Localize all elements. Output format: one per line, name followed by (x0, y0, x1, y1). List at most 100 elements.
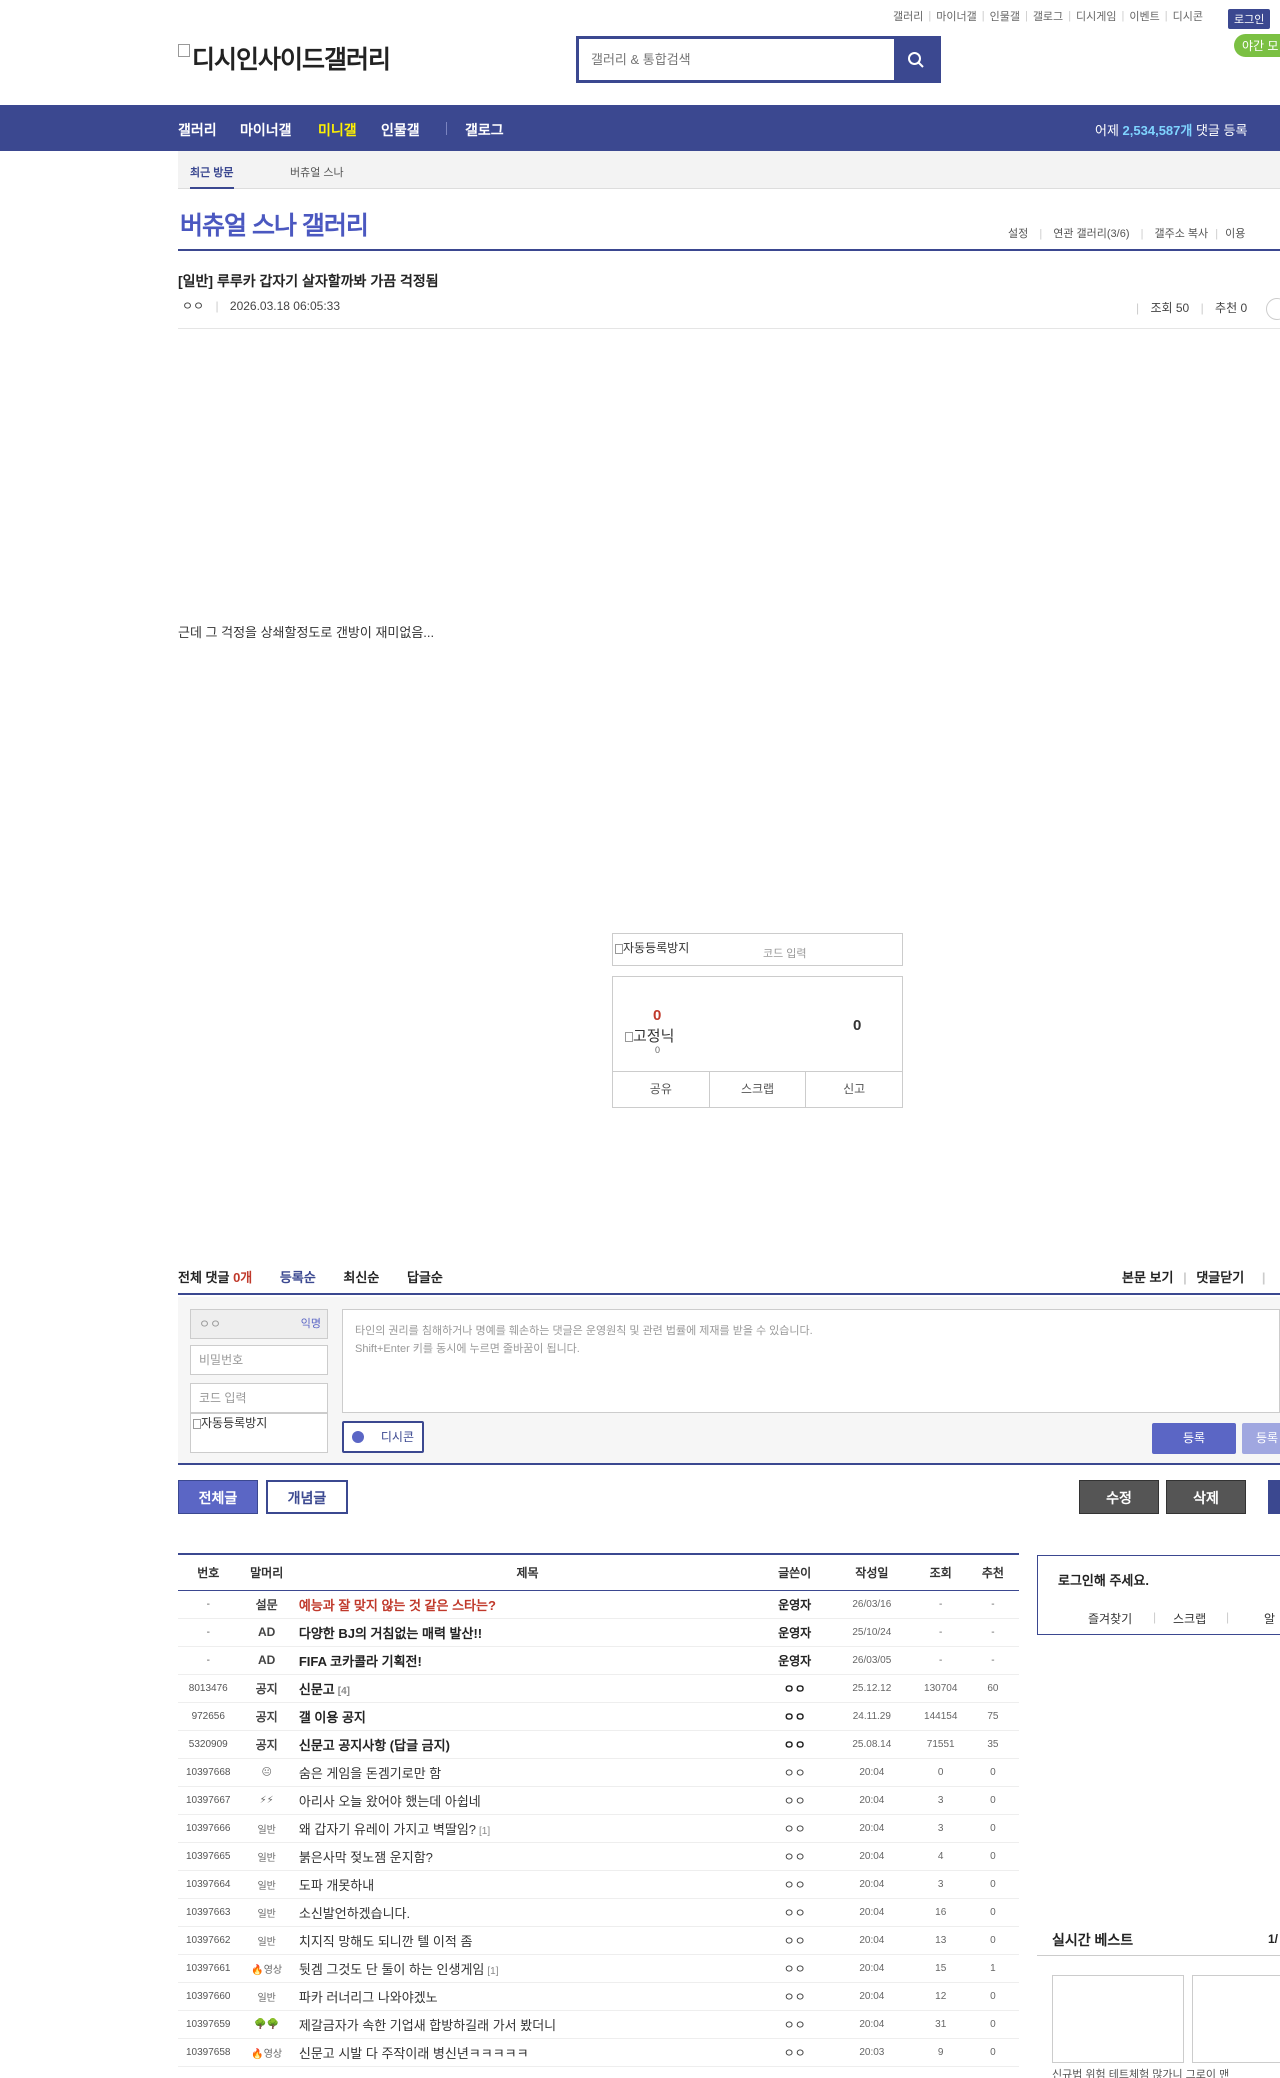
share-button[interactable]: 공유 (613, 1072, 710, 1107)
row-title[interactable]: 왜 갑자기 유레이 가지고 벽딸임? [1] (294, 1814, 761, 1843)
nav-gallery[interactable]: 갤러리 (178, 120, 217, 140)
table-row[interactable]: 972656 공지 갤 이용 공지 ㅇㅇ 24.11.29 144154 75 (178, 1702, 1019, 1731)
favorites-link[interactable]: 즐겨찾기 (1088, 1610, 1132, 1627)
edit-button[interactable]: 수정 (1079, 1480, 1159, 1514)
dccon-button[interactable]: 디시콘 (342, 1421, 424, 1453)
row-title[interactable]: FIFA 코카콜라 기획전! (294, 1646, 761, 1675)
scrap-button[interactable]: 스크랩 (710, 1072, 807, 1107)
row-writer[interactable]: ㅇㅇ (760, 1898, 830, 1927)
close-comments-link[interactable]: 댓글닫기 (1196, 1270, 1244, 1285)
toplink-gallog[interactable]: 갤로그 (1033, 8, 1063, 24)
gallery-usage-link[interactable]: 이용 (1225, 228, 1245, 240)
scrap-link[interactable]: 스크랩 (1173, 1610, 1206, 1627)
row-writer[interactable]: 운영자 (760, 1590, 830, 1619)
table-row[interactable]: - AD FIFA 코카콜라 기획전! 운영자 26/03/05- - (178, 1646, 1019, 1675)
table-row[interactable]: 10397667 ⚡⚡ 아리사 오늘 왔어야 했는데 아쉽네 ㅇㅇ 20:04 3 0 (178, 1786, 1019, 1815)
upvote-count[interactable]: 0 (653, 1007, 661, 1024)
table-row[interactable]: 5320909 공지 신문고 공지사항 (답글 금지) ㅇㅇ 25.08.14 71551… (178, 1730, 1019, 1759)
gallery-title[interactable]: 버츄얼 스나 갤러리 (180, 206, 369, 242)
table-row[interactable]: 10397665 일반 붉은사막 젖노잼 운지함? ㅇㅇ 20:04 4 0 (178, 1842, 1019, 1871)
toplink-minor[interactable]: 마이너갤 (936, 8, 976, 24)
row-writer[interactable]: ㅇㅇ (760, 2010, 830, 2039)
nav-person-gallery[interactable]: 인물갤 (381, 120, 420, 140)
alarm-link[interactable]: 알 (1264, 1610, 1275, 1627)
downvote-count[interactable]: 0 (853, 1017, 861, 1034)
row-writer[interactable]: 운영자 (760, 1646, 830, 1675)
copy-gallery-address-link[interactable]: 갤주소 복사 (1155, 228, 1209, 240)
related-gallery-link[interactable]: 연관 갤러리(3/6) (1053, 228, 1129, 240)
toplink-person[interactable]: 인물갤 (990, 8, 1020, 24)
row-writer[interactable]: ㅇㅇ (760, 1702, 830, 1731)
table-row[interactable]: - 설문 예능과 잘 맞지 않는 것 같은 스타는? 운영자 26/03/16- - (178, 1590, 1019, 1619)
toplink-dcgame[interactable]: 디시게임 (1076, 8, 1116, 24)
nav-mini-gallery[interactable]: 미니갤 (318, 120, 357, 140)
gallery-settings-link[interactable]: 설정 (1008, 228, 1028, 240)
write-button[interactable] (1268, 1480, 1280, 1514)
table-row[interactable]: 10397662 일반 치지직 망해도 되니깐 텔 이적 좀 ㅇㅇ 20:04 13 0 (178, 1926, 1019, 1955)
table-row[interactable]: 10397666 일반 왜 갑자기 유레이 가지고 벽딸임? [1] ㅇㅇ 20:04 3 0 (178, 1814, 1019, 1843)
best-caption[interactable]: 신규법 위험 테트체험 많가니 그로이 맨 (1052, 2066, 1229, 2078)
comment-register-and-recommend-button[interactable]: 등록 (1242, 1423, 1280, 1454)
table-row[interactable]: 10397664 일반 도파 개못하내 ㅇㅇ 20:04 3 0 (178, 1870, 1019, 1899)
table-row[interactable]: 10397658 🔥영상 신문고 시발 다 주작이래 병신년ㅋㅋㅋㅋㅋ ㅇㅇ 20:03… (178, 2038, 1019, 2067)
delete-button[interactable]: 삭제 (1166, 1480, 1246, 1514)
view-body-link[interactable]: 본문 보기 (1122, 1270, 1173, 1285)
row-writer[interactable]: ㅇㅇ (760, 1786, 830, 1815)
site-logo[interactable]: 디시인사이드갤러리 (178, 40, 391, 76)
row-title[interactable]: 도파 개못하내 (294, 1870, 761, 1899)
row-title[interactable]: 뒷겜 그것도 단 둘이 하는 인생게임 [1] (294, 1954, 761, 1983)
row-title[interactable]: 붉은사막 젖노잼 운지함? (294, 1842, 761, 1871)
night-mode-toggle[interactable]: 야간 모 (1234, 34, 1280, 57)
best-thumbnail[interactable] (1052, 1975, 1184, 2063)
concept-posts-button[interactable]: 개념글 (266, 1480, 348, 1514)
nav-gallog[interactable]: 갤로그 (465, 120, 504, 140)
row-writer[interactable]: ㅇㅇ (760, 1758, 830, 1787)
report-button[interactable]: 신고 (806, 1072, 902, 1107)
row-writer[interactable]: ㅇㅇ (760, 1674, 830, 1703)
comment-register-button[interactable]: 등록 (1152, 1423, 1236, 1454)
password-field[interactable]: 비밀번호 (190, 1345, 328, 1375)
captcha-code-input[interactable]: 코드 입력 (763, 945, 807, 961)
row-title[interactable]: 제갈금자가 속한 기업새 합방하길래 가서 봤더니 (294, 2010, 761, 2039)
best-thumbnail[interactable] (1192, 1975, 1280, 2063)
row-writer[interactable]: ㅇㅇ (760, 1982, 830, 2011)
row-writer[interactable]: ㅇㅇ (760, 1954, 830, 1983)
comment-textarea[interactable]: 타인의 권리를 침해하거나 명예를 훼손하는 댓글은 운영원칙 및 관련 법률에… (342, 1309, 1280, 1413)
row-writer[interactable]: ㅇㅇ (760, 1926, 830, 1955)
search-input[interactable] (579, 39, 894, 80)
toplink-gallery[interactable]: 갤러리 (893, 8, 923, 24)
all-posts-button[interactable]: 전체글 (178, 1480, 258, 1514)
row-title[interactable]: 신문고 공지사항 (답글 금지) (294, 1730, 761, 1759)
row-writer[interactable]: 운영자 (760, 1618, 830, 1647)
reply-count[interactable]: [1] (487, 1966, 498, 1977)
nickname-field[interactable]: ㅇㅇ 익명 (190, 1309, 328, 1339)
row-title[interactable]: 신문고 [4] (294, 1674, 761, 1703)
table-row[interactable]: 8013476 공지 신문고 [4] ㅇㅇ 25.12.12 130704 60 (178, 1674, 1019, 1703)
reply-count[interactable]: [1] (479, 1826, 490, 1837)
row-writer[interactable]: ㅇㅇ (760, 2038, 830, 2067)
sort-by-latest[interactable]: 최신순 (343, 1270, 379, 1285)
search-button[interactable] (894, 39, 938, 80)
row-title[interactable]: 갤 이용 공지 (294, 1702, 761, 1731)
share-circle-icon[interactable] (1266, 298, 1280, 320)
row-title[interactable]: 치지직 망해도 되니깐 텔 이적 좀 (294, 1926, 761, 1955)
row-title[interactable]: 신문고 시발 다 주작이래 병신년ㅋㅋㅋㅋㅋ (294, 2038, 761, 2067)
row-writer[interactable]: ㅇㅇ (760, 1870, 830, 1899)
nav-minor-gallery[interactable]: 마이너갤 (240, 120, 292, 140)
recent-visit-label[interactable]: 최근 방문 (190, 164, 234, 189)
row-title[interactable]: 예능과 잘 맞지 않는 것 같은 스타는? (294, 1590, 761, 1619)
reply-count[interactable]: [4] (338, 1686, 350, 1697)
row-title[interactable]: 소신발언하겠습니다. (294, 1898, 761, 1927)
comment-code-input[interactable]: 코드 입력 (190, 1383, 328, 1413)
table-row[interactable]: 10397660 일반 파카 러너리그 나와야겠노 ㅇㅇ 20:04 12 0 (178, 1982, 1019, 2011)
row-title[interactable]: 아리사 오늘 왔어야 했는데 아쉽네 (294, 1786, 761, 1815)
row-writer[interactable]: ㅇㅇ (760, 1814, 830, 1843)
login-button[interactable]: 로그인 (1228, 9, 1271, 29)
table-row[interactable]: 10397668 😐 숨은 게임을 돈겜기로만 함 ㅇㅇ 20:04 0 0 (178, 1758, 1019, 1787)
sort-by-reply[interactable]: 답글순 (407, 1270, 443, 1285)
row-writer[interactable]: ㅇㅇ (760, 1842, 830, 1871)
recent-visit-item[interactable]: 버츄얼 스나 (290, 164, 344, 180)
toplink-dccon[interactable]: 디시콘 (1173, 8, 1203, 24)
row-title[interactable]: 다양한 BJ의 거침없는 매력 발산!! (294, 1618, 761, 1647)
row-title[interactable]: 파카 러너리그 나와야겠노 (294, 1982, 761, 2011)
